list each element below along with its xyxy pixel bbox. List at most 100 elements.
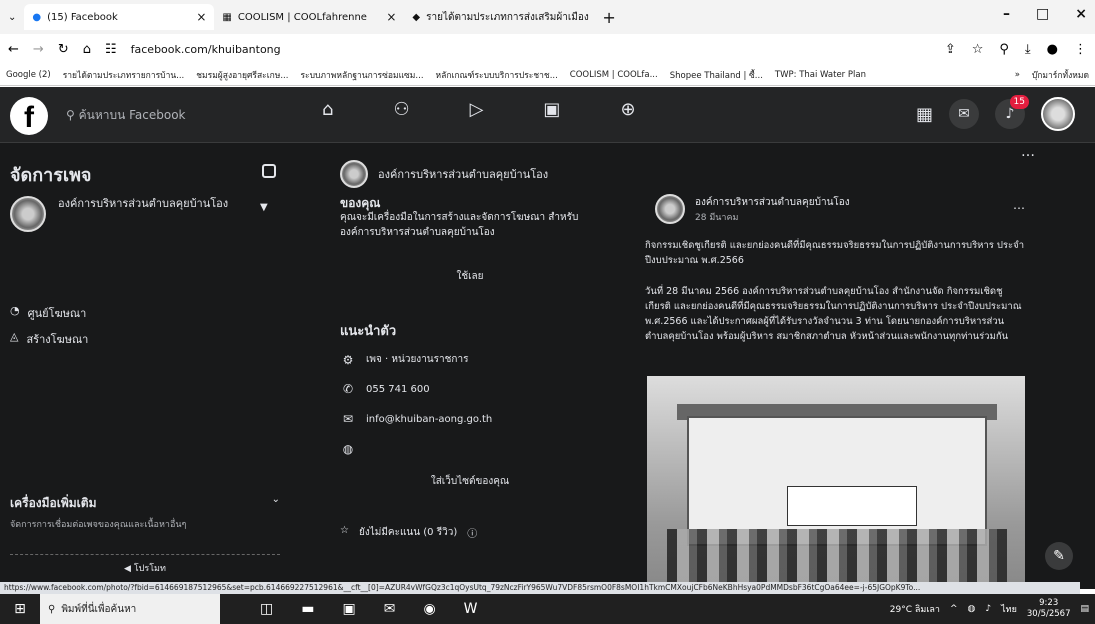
promote-button[interactable]: ◀ โปรโมท bbox=[10, 554, 280, 580]
bookmark-item[interactable]: Google (2) bbox=[6, 70, 51, 80]
sidebar-item-create-ad[interactable]: ◬ สร้างโฆษณา bbox=[10, 330, 88, 348]
tab-coolism[interactable]: ▦ COOLISM | COOLfahrenne × bbox=[214, 4, 404, 30]
tab-facebook[interactable]: ● (15) Facebook × bbox=[24, 4, 215, 30]
post-header: องค์การบริหารส่วนตำบลคุยบ้านโอง 28 มีนาค… bbox=[655, 194, 1025, 224]
page-switcher[interactable]: องค์การบริหารส่วนตำบลคุยบ้านโอง ▼ bbox=[10, 196, 280, 232]
home-icon[interactable]: ⌂ bbox=[83, 42, 91, 57]
bookmark-item[interactable]: หลักเกณฑ์ระบบบริการประชาช... bbox=[436, 68, 558, 82]
coolism-tab-icon: ▦ bbox=[222, 11, 232, 23]
bookmark-item[interactable]: Shopee Thailand | ซื้... bbox=[670, 68, 763, 82]
all-bookmarks[interactable]: บุ๊กมาร์กทั้งหมด bbox=[1032, 68, 1089, 82]
notifications-icon[interactable]: ♪ 15 bbox=[995, 95, 1029, 129]
search-icon: ⚲ bbox=[48, 603, 56, 615]
maximize-icon[interactable]: □ bbox=[1036, 6, 1049, 22]
mail-icon[interactable]: ✉ bbox=[384, 601, 396, 617]
bookmark-item[interactable]: COOLISM | COOLfa... bbox=[570, 70, 658, 80]
intro-phone: ✆ 055 741 600 bbox=[340, 382, 430, 396]
tab-search-chevron-icon[interactable]: ⌄ bbox=[0, 12, 24, 23]
page-info-column: องค์การบริหารส่วนตำบลคุยบ้านโอง ของคุณ ค… bbox=[340, 144, 625, 589]
network-icon[interactable]: ◍ bbox=[968, 604, 976, 614]
status-url: https://www.facebook.com/photo/?fbid=614… bbox=[0, 582, 1080, 594]
task-view-icon[interactable]: ◫ bbox=[260, 601, 273, 617]
bookmark-item[interactable]: ระบบภาพหลักฐานการซ่อมแซม... bbox=[300, 68, 423, 82]
chrome-icon[interactable]: ◉ bbox=[423, 601, 435, 617]
star-icon[interactable]: ☆ bbox=[972, 42, 984, 57]
intro-category: ⚙ เพจ · หน่วยงานราชการ bbox=[340, 352, 469, 367]
forward-icon[interactable]: → bbox=[33, 42, 44, 57]
watch-nav-icon[interactable]: ▷ bbox=[470, 99, 484, 120]
new-message-icon[interactable]: ✎ bbox=[1045, 542, 1073, 570]
facebook-logo-icon[interactable]: f bbox=[10, 97, 48, 135]
facebook-search-input[interactable]: ⚲ ค้นหาบน Facebook bbox=[56, 99, 296, 131]
sidebar-item-ad-center[interactable]: ◔ ศูนย์โฆษณา bbox=[10, 304, 86, 322]
tab-close-icon[interactable]: × bbox=[386, 10, 396, 24]
post-date[interactable]: 28 มีนาคม bbox=[695, 210, 850, 224]
info-icon[interactable]: ⓘ bbox=[467, 525, 477, 540]
intro-website: ◍ bbox=[340, 442, 366, 456]
address-bar: ← → ↻ ⌂ ☷ facebook.com/khuibantong ⇪ ☆ ⚲… bbox=[0, 34, 1095, 64]
post-author-avatar[interactable] bbox=[655, 194, 685, 224]
photo-people bbox=[667, 529, 1007, 589]
profile-icon[interactable]: ● bbox=[1047, 42, 1058, 57]
volume-icon[interactable]: ♪ bbox=[985, 604, 991, 614]
share-icon[interactable]: ⇪ bbox=[945, 42, 956, 57]
photo-banner bbox=[787, 486, 917, 526]
store-icon[interactable]: ▣ bbox=[342, 601, 355, 617]
more-options-icon[interactable]: … bbox=[1021, 144, 1035, 160]
back-icon[interactable]: ← bbox=[8, 42, 19, 57]
taskbar-search[interactable]: ⚲ พิมพ์ที่นี่เพื่อค้นหา bbox=[40, 594, 220, 624]
marketplace-nav-icon[interactable]: ▣ bbox=[543, 99, 560, 120]
page-avatar bbox=[10, 196, 46, 232]
rating-row: ☆ ยังไม่มีคะแนน (0 รีวิว) ⓘ bbox=[340, 525, 478, 540]
clock[interactable]: 9:23 30/5/2567 bbox=[1027, 598, 1071, 620]
facebook-top-nav: f ⚲ ค้นหาบน Facebook ⌂ ⚇ ▷ ▣ ⊕ ▦ ✉ ♪ 15 bbox=[0, 87, 1095, 143]
notification-center-icon[interactable]: ▤ bbox=[1080, 604, 1089, 614]
messenger-icon[interactable]: ✉ bbox=[949, 99, 979, 129]
post-paragraph: กิจกรรมเชิดชูเกียรติ และยกย่องคนดีที่มีค… bbox=[645, 240, 1025, 266]
minimize-icon[interactable]: – bbox=[1003, 6, 1010, 22]
post-photo[interactable] bbox=[647, 376, 1025, 589]
tab-title: COOLISM | COOLfahrenne bbox=[237, 11, 367, 23]
language[interactable]: ไทย bbox=[1001, 602, 1017, 616]
more-tools-section[interactable]: เครื่องมือเพิ่มเติม จัดการการเชื่อมต่อเพ… bbox=[10, 494, 280, 531]
close-window-icon[interactable]: × bbox=[1075, 6, 1087, 22]
windows-start-icon[interactable]: ⊞ bbox=[0, 601, 40, 617]
chevron-down-icon: ⌄ bbox=[271, 494, 280, 505]
bookmark-item[interactable]: รายได้ตามประเภทรายการบ้าน... bbox=[63, 68, 185, 82]
collapse-sidebar-icon[interactable] bbox=[262, 164, 276, 178]
add-website-button[interactable]: ใส่เว็บไซต์ของคุณ bbox=[340, 474, 600, 489]
screen: ⌄ ● (15) Facebook × ▦ COOLISM | COOLfahr… bbox=[0, 0, 1095, 624]
tab-third[interactable]: ◆ รายได้ตามประเภทการส่งเสริมผ้าเมือง × bbox=[404, 4, 594, 30]
page-tab-icon: ◆ bbox=[412, 11, 421, 23]
sidebar-title: จัดการเพจ bbox=[10, 165, 92, 186]
intro-heading: แนะนำตัว bbox=[340, 324, 397, 339]
bookmarks-overflow[interactable]: » bbox=[1015, 70, 1020, 80]
gaming-nav-icon[interactable]: ⊕ bbox=[620, 99, 635, 120]
reload-icon[interactable]: ↻ bbox=[58, 42, 69, 57]
home-nav-icon[interactable]: ⌂ bbox=[322, 99, 333, 120]
weather[interactable]: 29°C ลิมเลา bbox=[890, 602, 940, 616]
download-icon[interactable]: ⤓ bbox=[1025, 42, 1031, 57]
intro-email[interactable]: ✉ info@khuiban-aong.go.th bbox=[340, 412, 492, 426]
window-controls: – □ × bbox=[1003, 6, 1087, 22]
word-icon[interactable]: W bbox=[464, 601, 478, 617]
extensions-icon[interactable]: ⚲ bbox=[999, 42, 1009, 57]
post-author[interactable]: องค์การบริหารส่วนตำบลคุยบ้านโอง bbox=[695, 195, 850, 210]
bookmark-item[interactable]: ชมรมผู้สูงอายุศรีสะเกษ... bbox=[196, 68, 288, 82]
profile-avatar[interactable] bbox=[1041, 97, 1075, 131]
facebook-page: f ⚲ ค้นหาบน Facebook ⌂ ⚇ ▷ ▣ ⊕ ▦ ✉ ♪ 15 จ… bbox=[0, 87, 1095, 589]
friends-nav-icon[interactable]: ⚇ bbox=[393, 99, 409, 120]
new-tab-button[interactable]: + bbox=[594, 8, 623, 27]
use-now-button[interactable]: ใช้เลย bbox=[340, 264, 600, 290]
tray-chevron-icon[interactable]: ^ bbox=[950, 604, 958, 614]
bookmark-item[interactable]: TWP: Thai Water Plan bbox=[775, 70, 866, 80]
tab-close-icon[interactable]: × bbox=[196, 10, 206, 24]
site-settings-icon[interactable]: ☷ bbox=[105, 42, 117, 57]
post-card: … องค์การบริหารส่วนตำบลคุยบ้านโอง 28 มีน… bbox=[645, 144, 1035, 589]
post-options-icon[interactable]: … bbox=[1013, 198, 1025, 212]
menu-icon[interactable]: ⋮ bbox=[1074, 42, 1087, 57]
megaphone-icon: ◀ bbox=[124, 564, 134, 574]
file-explorer-icon[interactable]: ▬ bbox=[301, 601, 314, 617]
url-field[interactable]: facebook.com/khuibantong bbox=[131, 43, 281, 56]
menu-grid-icon[interactable]: ▦ bbox=[916, 104, 933, 125]
